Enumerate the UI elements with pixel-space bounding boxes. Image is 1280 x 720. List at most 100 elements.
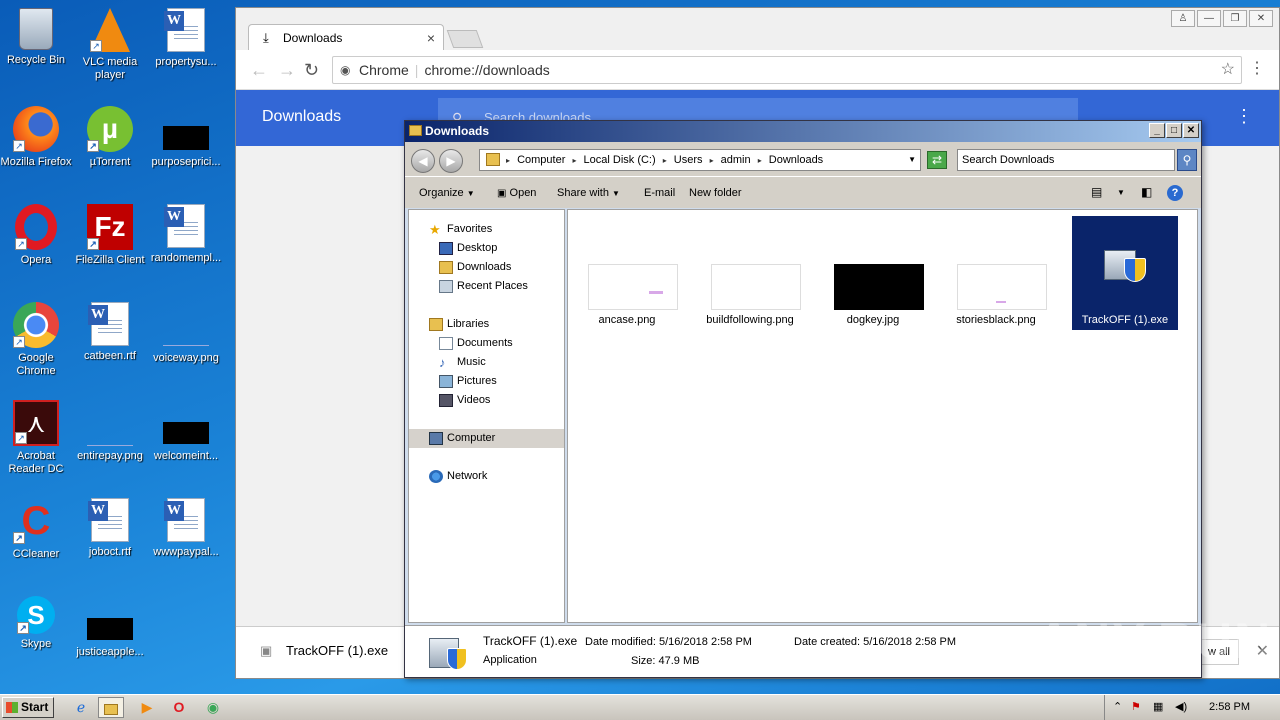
taskbar: Start ℯ ▶ O ◉ ⌃ ⚑ ▦ ◀) 2:58 PM xyxy=(0,694,1280,720)
desktop-icon-joboct[interactable]: W joboct.rtf xyxy=(72,494,148,559)
desktop-icon-catbeen[interactable]: W catbeen.rtf xyxy=(72,298,148,363)
breadcrumb-local-disk[interactable]: Local Disk (C:) xyxy=(584,154,656,166)
acrobat-icon: ⋏ ↗ xyxy=(13,400,59,446)
shelf-download-item[interactable]: TrackOFF (1).exe xyxy=(286,643,388,658)
open-button[interactable]: ▣ Open xyxy=(497,187,536,199)
chevron-right-icon[interactable]: ▸ xyxy=(710,156,714,165)
new-tab-button[interactable] xyxy=(446,30,484,48)
desktop-icon-vlc[interactable]: ↗ VLC media player xyxy=(72,4,148,82)
file-item[interactable]: buildfollowing.png xyxy=(697,216,803,330)
nav-downloads[interactable]: Downloads xyxy=(409,258,564,277)
nav-music[interactable]: ♪ Music xyxy=(409,353,564,372)
desktop-icon-entirepay[interactable]: entirepay.png xyxy=(72,396,148,463)
tab-downloads[interactable]: ⤓ Downloads × xyxy=(248,24,444,52)
chrome-icon[interactable]: ◉ xyxy=(200,697,226,718)
nav-favorites[interactable]: ★ Favorites xyxy=(409,220,564,239)
nav-network[interactable]: Network xyxy=(409,467,564,486)
chrome-menu-icon[interactable]: ⋮ xyxy=(1249,58,1265,78)
nav-desktop[interactable]: Desktop xyxy=(409,239,564,258)
maximize-button[interactable]: □ xyxy=(1166,123,1182,138)
file-name: dogkey.jpg xyxy=(846,314,900,326)
explorer-titlebar[interactable]: Downloads _ □ ✕ xyxy=(405,121,1201,142)
nav-videos[interactable]: Videos xyxy=(409,391,564,410)
search-input[interactable]: Search Downloads xyxy=(957,149,1175,171)
show-all-button[interactable]: w all xyxy=(1199,639,1239,665)
desktop-icon-skype[interactable]: S ↗ Skype xyxy=(0,592,74,651)
desktop-icon-google-chrome[interactable]: ↗ Google Chrome xyxy=(0,298,74,378)
file-item[interactable]: ancase.png xyxy=(574,216,680,330)
minimize-button[interactable]: — xyxy=(1197,10,1221,27)
chevron-down-icon[interactable]: ▼ xyxy=(1117,188,1125,197)
organize-button[interactable]: Organize ▼ xyxy=(419,187,475,199)
desktop-icon-voiceway[interactable]: voiceway.png xyxy=(148,298,224,365)
file-item-selected[interactable]: TrackOFF (1).exe xyxy=(1072,216,1178,330)
email-button[interactable]: E-mail xyxy=(644,187,675,199)
chevron-down-icon[interactable]: ▼ xyxy=(908,150,916,170)
breadcrumb[interactable]: ▸ Computer ▸ Local Disk (C:) ▸ Users ▸ a… xyxy=(479,149,921,171)
explorer-taskbar-button[interactable] xyxy=(98,697,124,718)
back-icon[interactable]: ← xyxy=(250,60,268,81)
desktop-icon-filezilla[interactable]: Fz ↗ FileZilla Client xyxy=(72,200,148,267)
close-button[interactable]: ✕ xyxy=(1183,123,1199,138)
desktop-icon-randomempl[interactable]: W randomempl... xyxy=(148,200,224,265)
preview-pane-icon[interactable]: ◧ xyxy=(1141,185,1152,199)
shelf-close-icon[interactable]: ✕ xyxy=(1256,641,1269,661)
chevron-right-icon[interactable]: ▸ xyxy=(758,156,762,165)
breadcrumb-computer[interactable]: Computer xyxy=(517,154,565,166)
back-icon[interactable]: ◀ xyxy=(411,149,435,173)
show-hidden-icons-icon[interactable]: ⌃ xyxy=(1113,700,1122,713)
desktop-icon-propertysu[interactable]: W propertysu... xyxy=(148,4,224,69)
nav-pictures[interactable]: Pictures xyxy=(409,372,564,391)
desktop-icon-ccleaner[interactable]: C ↗ CCleaner xyxy=(0,494,74,561)
chevron-right-icon[interactable]: ▸ xyxy=(572,156,576,165)
forward-icon[interactable]: → xyxy=(278,60,296,81)
breadcrumb-users[interactable]: Users xyxy=(674,154,703,166)
desktop-icon-acrobat[interactable]: ⋏ ↗ Acrobat Reader DC xyxy=(0,396,74,476)
action-center-icon[interactable]: ⚑ xyxy=(1131,700,1141,713)
new-folder-button[interactable]: New folder xyxy=(689,187,742,199)
file-item[interactable]: storiesblack.png xyxy=(943,216,1049,330)
desktop-icon-welcomeint[interactable]: welcomeint... xyxy=(148,396,224,463)
minimize-button[interactable]: _ xyxy=(1149,123,1165,138)
desktop-icon-purposeprici[interactable]: purposeprici... xyxy=(148,102,224,169)
desktop-icon-utorrent[interactable]: µ ↗ µTorrent xyxy=(72,102,148,169)
breadcrumb-admin[interactable]: admin xyxy=(721,154,751,166)
restore-button[interactable]: ❐ xyxy=(1223,10,1247,27)
forward-icon[interactable]: ▶ xyxy=(439,149,463,173)
refresh-icon[interactable]: ⇄ xyxy=(927,151,947,169)
help-icon[interactable]: ? xyxy=(1167,185,1183,201)
network-tray-icon[interactable]: ▦ xyxy=(1153,700,1163,713)
desktop-icon-justiceapple[interactable]: justiceapple... xyxy=(72,592,148,659)
bookmark-star-icon[interactable]: ☆ xyxy=(1221,57,1235,83)
desktop-icon-wwwpaypal[interactable]: W wwwpaypal... xyxy=(148,494,224,559)
page-title: Downloads xyxy=(262,108,342,125)
view-icon[interactable]: ▤ xyxy=(1091,185,1102,199)
chevron-right-icon[interactable]: ▸ xyxy=(663,156,667,165)
tab-close-icon[interactable]: × xyxy=(427,25,435,51)
more-actions-icon[interactable]: ⋮ xyxy=(1235,106,1253,127)
search-icon[interactable]: ⚲ xyxy=(1177,149,1197,171)
computer-icon xyxy=(429,432,443,445)
nav-recent-places[interactable]: Recent Places xyxy=(409,277,564,296)
omnibox-scheme-label: Chrome xyxy=(359,62,409,78)
nav-documents[interactable]: Documents xyxy=(409,334,564,353)
desktop-icon-firefox[interactable]: ↗ Mozilla Firefox xyxy=(0,102,74,169)
share-with-button[interactable]: Share with ▼ xyxy=(557,187,620,199)
desktop-icon-opera[interactable]: ↗ Opera xyxy=(0,200,74,267)
nav-computer[interactable]: Computer xyxy=(409,429,564,448)
media-player-icon[interactable]: ▶ xyxy=(134,697,160,718)
start-button[interactable]: Start xyxy=(2,697,54,718)
omnibox[interactable]: ◉ Chrome | chrome://downloads ☆ xyxy=(332,56,1242,84)
close-button[interactable]: ✕ xyxy=(1249,10,1273,27)
chevron-right-icon[interactable]: ▸ xyxy=(506,156,510,165)
desktop-icon-recycle-bin[interactable]: Recycle Bin xyxy=(0,4,74,67)
windows-logo-icon xyxy=(6,702,18,713)
file-item[interactable]: dogkey.jpg xyxy=(820,216,926,330)
internet-explorer-icon[interactable]: ℯ xyxy=(68,697,94,718)
profile-icon[interactable]: ♙ xyxy=(1171,10,1195,27)
reload-icon[interactable]: ↻ xyxy=(304,60,319,81)
opera-icon[interactable]: O xyxy=(166,697,192,718)
breadcrumb-downloads[interactable]: Downloads xyxy=(769,154,823,166)
nav-libraries[interactable]: Libraries xyxy=(409,315,564,334)
volume-icon[interactable]: ◀) xyxy=(1175,700,1187,713)
